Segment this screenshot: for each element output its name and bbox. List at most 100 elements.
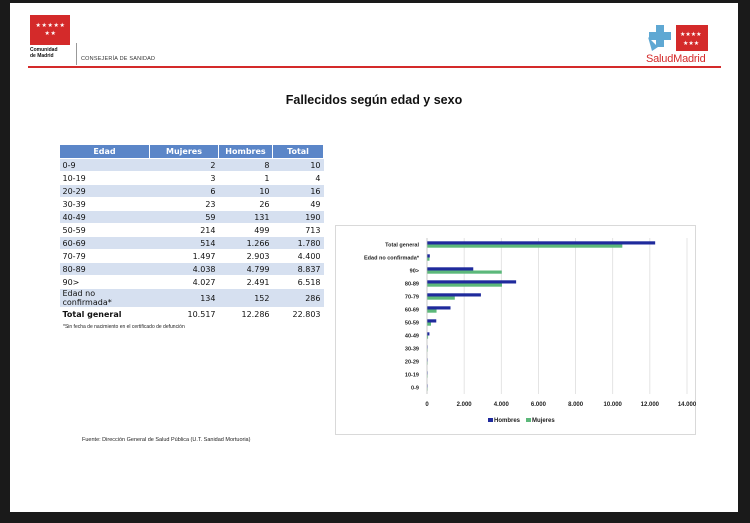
table-cell-value: 4.400 bbox=[272, 249, 324, 263]
bar-hombres bbox=[427, 293, 481, 297]
table-row: 10-19 3 1 4 bbox=[59, 171, 324, 185]
footnote: *Sin fecha de nacimiento en el certifica… bbox=[63, 324, 185, 330]
bar-mujeres bbox=[427, 296, 455, 300]
bar-mujeres bbox=[427, 244, 623, 248]
consejeria-label: CONSEJERÍA DE SANIDAD bbox=[81, 56, 156, 62]
y-category-label: 90> bbox=[410, 269, 419, 275]
table-cell-value: 4.799 bbox=[218, 262, 273, 276]
salud-madrid-wordmark: SaludMadrid bbox=[646, 53, 706, 65]
bar-hombres bbox=[427, 332, 430, 336]
table-row: 30-39 23 26 49 bbox=[59, 197, 324, 211]
table-cell-age: 10-19 bbox=[59, 171, 150, 185]
total-value: 22.803 bbox=[272, 307, 324, 321]
table-cell-value: 499 bbox=[218, 223, 273, 237]
table-cell-value: 8.837 bbox=[272, 262, 324, 276]
logo-line-2: de Madrid bbox=[30, 53, 54, 59]
page-title: Fallecidos según edad y sexo bbox=[285, 93, 463, 107]
table-cell-age: 50-59 bbox=[59, 223, 150, 237]
legend-swatch-mujeres bbox=[526, 418, 531, 422]
table-cell-value: 4 bbox=[272, 171, 324, 185]
col-header-hombres: Hombres bbox=[218, 144, 273, 159]
table-cell-value: 4.027 bbox=[149, 275, 219, 289]
source-note: Fuente: Dirección General de Salud Públi… bbox=[82, 437, 251, 443]
table-cell-value: 2.903 bbox=[218, 249, 273, 263]
table-cell-value: 4.038 bbox=[149, 262, 219, 276]
table-cell-age: 60-69 bbox=[59, 236, 150, 250]
x-tick-label: 10.000 bbox=[604, 402, 623, 408]
table-total-row: Total general 10.517 12.286 22.803 bbox=[59, 307, 324, 321]
logo-separator bbox=[76, 43, 77, 65]
table-cell-value: 10 bbox=[218, 184, 273, 198]
table-cell-value: 514 bbox=[149, 236, 219, 250]
x-tick-label: 0 bbox=[425, 402, 429, 408]
bar-mujeres bbox=[427, 270, 502, 274]
table-row: 70-79 1.497 2.903 4.400 bbox=[59, 249, 324, 263]
bar-hombres bbox=[427, 267, 474, 271]
table-cell-value: 2.491 bbox=[218, 275, 273, 289]
header-divider bbox=[28, 66, 721, 68]
bar-mujeres bbox=[427, 309, 437, 313]
table-cell-age: 30-39 bbox=[59, 197, 150, 211]
chart-container: 0 2.000 4.000 6.000 8.000 10.000 12.000 14.000 T… bbox=[335, 225, 697, 435]
col-header-mujeres: Mujeres bbox=[149, 144, 219, 159]
table-row: 90> 4.027 2.491 6.518 bbox=[59, 275, 324, 289]
table-cell-age: 70-79 bbox=[59, 249, 150, 263]
bar-hombres bbox=[427, 280, 517, 284]
table-header-row: Edad Mujeres Hombres Total bbox=[59, 144, 324, 159]
col-header-edad: Edad bbox=[59, 144, 150, 159]
y-category-label: 80-89 bbox=[405, 282, 419, 288]
table-cell-value: 1.497 bbox=[149, 249, 219, 263]
col-header-total: Total bbox=[272, 144, 324, 159]
table-cell-value: 49 bbox=[272, 197, 324, 211]
table-cell-age: 0-9 bbox=[59, 158, 150, 172]
total-label: Total general bbox=[59, 307, 150, 321]
y-category-label: 40-49 bbox=[405, 334, 419, 340]
legend-label: Mujeres bbox=[532, 418, 555, 424]
table-cell-value: 131 bbox=[218, 210, 273, 224]
table-cell-value: 10 bbox=[272, 158, 324, 172]
y-category-label: Total general bbox=[385, 243, 419, 249]
table-cell-value: 1.266 bbox=[218, 236, 273, 250]
table-cell-value: 1.780 bbox=[272, 236, 324, 250]
y-category-label: 70-79 bbox=[405, 295, 419, 301]
table-cell-value: 26 bbox=[218, 197, 273, 211]
table-row: 0-9 2 8 10 bbox=[59, 158, 324, 172]
table-cell-value: 214 bbox=[149, 223, 219, 237]
bar-hombres bbox=[427, 254, 430, 258]
svg-text:★★★: ★★★ bbox=[683, 40, 699, 47]
y-category-label: 20-29 bbox=[405, 360, 419, 366]
y-category-label: Edad no confirmada* bbox=[364, 256, 420, 262]
table-cell-value: 6.518 bbox=[272, 275, 324, 289]
legend-label: Hombres bbox=[494, 418, 521, 424]
deaths-table: Edad Mujeres Hombres Total 0-9 2 8 10 10-19 3… bbox=[59, 144, 324, 321]
x-tick-label: 8.000 bbox=[568, 402, 584, 408]
table-cell-age: Edad no confirmada* bbox=[59, 288, 150, 308]
table-cell-age: 20-29 bbox=[59, 184, 150, 198]
table-row: 60-69 514 1.266 1.780 bbox=[59, 236, 324, 250]
y-category-label: 0-9 bbox=[411, 386, 419, 392]
total-value: 10.517 bbox=[149, 307, 219, 321]
table-cell-value: 3 bbox=[149, 171, 219, 185]
bar-hombres bbox=[427, 306, 451, 310]
svg-text:★★★★: ★★★★ bbox=[680, 31, 702, 38]
y-category-label: 30-39 bbox=[405, 347, 419, 353]
y-category-label: 10-19 bbox=[405, 373, 419, 379]
table-row: 40-49 59 131 190 bbox=[59, 210, 324, 224]
comunidad-madrid-logo: ★ ★ ★ ★ ★ ★ ★ Comunidad de Madrid bbox=[30, 15, 70, 59]
table-cell-value: 286 bbox=[272, 288, 324, 308]
table-cell-age: 80-89 bbox=[59, 262, 150, 276]
table-cell-value: 2 bbox=[149, 158, 219, 172]
table-row: 50-59 214 499 713 bbox=[59, 223, 324, 237]
table-cell-value: 59 bbox=[149, 210, 219, 224]
table-cell-value: 134 bbox=[149, 288, 219, 308]
star-flag-icon: ★ ★ ★ ★ ★ ★ ★ bbox=[30, 15, 70, 45]
bar-mujeres bbox=[427, 322, 431, 326]
bar-hombres bbox=[427, 241, 656, 245]
bar-chart: 0 2.000 4.000 6.000 8.000 10.000 12.000 14.000 T… bbox=[364, 238, 697, 424]
table-cell-value: 23 bbox=[149, 197, 219, 211]
table-cell-value: 190 bbox=[272, 210, 324, 224]
x-tick-label: 4.000 bbox=[494, 402, 510, 408]
y-category-label: 50-59 bbox=[405, 321, 419, 327]
bar-mujeres bbox=[427, 283, 502, 287]
table-row: 80-89 4.038 4.799 8.837 bbox=[59, 262, 324, 276]
